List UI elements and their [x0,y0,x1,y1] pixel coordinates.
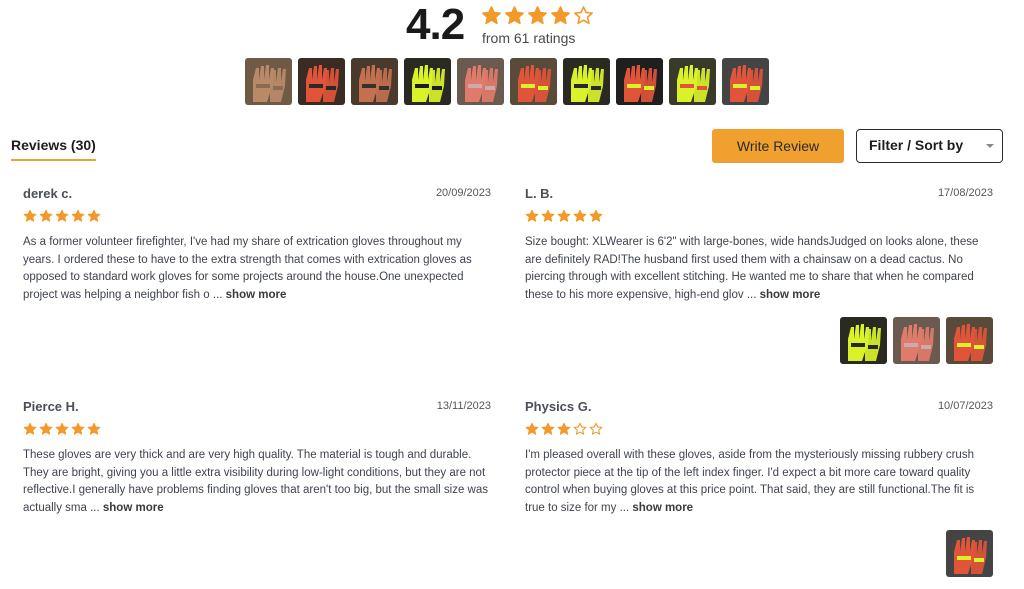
glove-photo-thumbnail[interactable] [457,58,504,105]
review-photos [840,317,993,364]
review-stars [23,422,101,436]
star-empty-icon [573,422,587,436]
show-more-link[interactable]: show more [632,502,693,514]
glove-photo-thumbnail[interactable] [351,58,398,105]
star-empty-icon [589,422,603,436]
star-filled-icon [55,422,69,436]
star-filled-icon [87,209,101,223]
review-author: Physics G. [525,399,592,414]
write-review-button[interactable]: Write Review [712,129,844,163]
star-filled-icon [527,5,548,26]
star-filled-icon [525,422,539,436]
glove-photo-thumbnail[interactable] [722,58,769,105]
rating-count: from 61 ratings [482,30,576,46]
show-more-link[interactable]: show more [103,502,164,514]
review-stars [525,422,603,436]
average-score: 4.2 [406,0,465,49]
review-photos [946,530,993,577]
star-filled-icon [541,422,555,436]
reviews-toolbar: Reviews (30) Write Review Filter / Sort … [0,128,1024,164]
review-text: I'm pleased overall with these gloves, a… [525,447,993,518]
star-filled-icon [573,209,587,223]
review-text: As a former volunteer firefighter, I've … [23,234,491,305]
review-photo-thumbnail[interactable] [946,530,993,577]
filter-sort-dropdown[interactable]: Filter / Sort by [856,129,1003,163]
average-stars [481,5,594,26]
glove-photo-thumbnail[interactable] [563,58,610,105]
review-body: Size bought: XLWearer is 6'2" with large… [525,236,979,302]
star-filled-icon [23,422,37,436]
star-filled-icon [504,5,525,26]
star-filled-icon [23,209,37,223]
review-date: 17/08/2023 [937,187,993,199]
customer-photo-strip [245,58,769,105]
star-filled-icon [87,422,101,436]
review-stars [23,209,101,223]
star-filled-icon [525,209,539,223]
star-filled-icon [39,422,53,436]
glove-photo-thumbnail[interactable] [404,58,451,105]
star-filled-icon [550,5,571,26]
review-date: 13/11/2023 [436,400,491,412]
star-filled-icon [55,209,69,223]
star-filled-icon [557,422,571,436]
glove-photo-thumbnail[interactable] [616,58,663,105]
review-date: 20/09/2023 [435,187,491,199]
rating-summary: 4.2 from 61 ratings [0,0,1024,50]
show-more-link[interactable]: show more [760,289,821,301]
star-filled-icon [39,209,53,223]
glove-photo-thumbnail[interactable] [669,58,716,105]
review-stars [525,209,603,223]
star-filled-icon [541,209,555,223]
review-author: L. B. [525,186,554,201]
glove-photo-thumbnail[interactable] [510,58,557,105]
review-text: Size bought: XLWearer is 6'2" with large… [525,234,993,305]
tab-reviews[interactable]: Reviews (30) [11,137,96,161]
glove-photo-thumbnail[interactable] [298,58,345,105]
chevron-down-icon [986,144,994,148]
star-filled-icon [481,5,502,26]
star-filled-icon [71,209,85,223]
filter-sort-label: Filter / Sort by [869,137,964,153]
review-photo-thumbnail[interactable] [893,317,940,364]
star-filled-icon [557,209,571,223]
review-body: These gloves are very thick and are very… [23,449,488,515]
star-filled-icon [589,209,603,223]
review-author: derek c. [23,186,73,201]
glove-photo-thumbnail[interactable] [245,58,292,105]
review-date: 10/07/2023 [937,400,993,412]
show-more-link[interactable]: show more [226,289,287,301]
star-filled-icon [71,422,85,436]
review-text: These gloves are very thick and are very… [23,447,491,518]
review-body: I'm pleased overall with these gloves, a… [525,449,975,515]
review-photo-thumbnail[interactable] [946,317,993,364]
review-photo-thumbnail[interactable] [840,317,887,364]
review-author: Pierce H. [23,399,79,414]
star-empty-icon [573,5,594,26]
